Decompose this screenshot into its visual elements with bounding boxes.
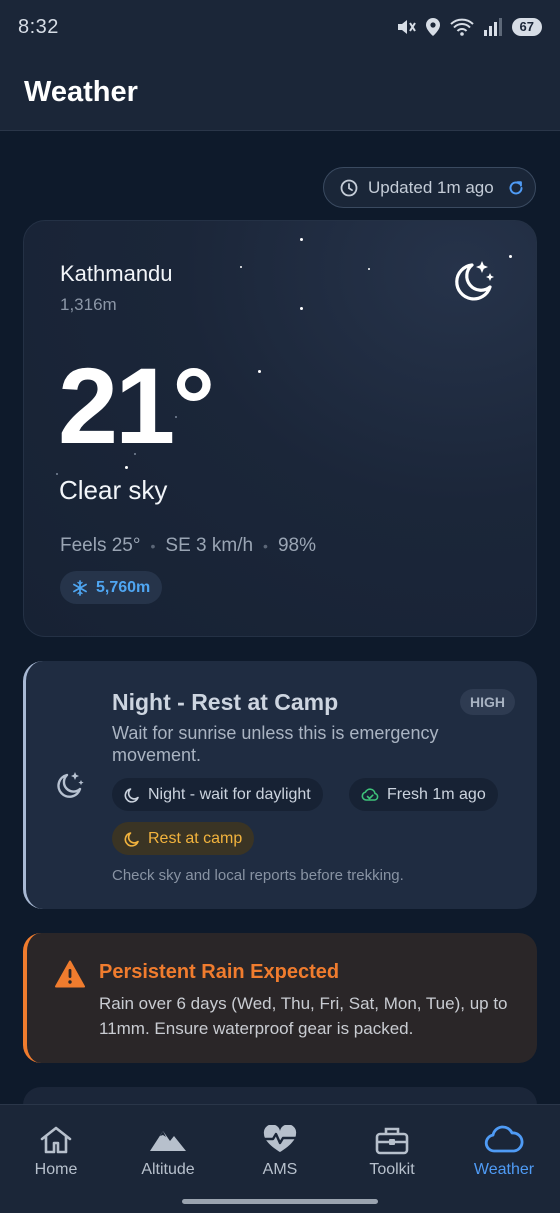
moon-icon [124,831,139,847]
cloud-icon [484,1125,524,1153]
freshness-chip: Fresh 1m ago [349,778,498,811]
nav-item-toolkit[interactable]: Toolkit [336,1105,448,1213]
nav-label: AMS [262,1161,298,1178]
cloud-check-icon [361,787,379,801]
status-bar: 8:32 67 [0,0,560,54]
nav-label: Home [34,1161,78,1178]
clock-icon [340,179,358,196]
advice-note: Check sky and local reports before trekk… [112,867,404,884]
nav-item-ams[interactable]: AMS [224,1105,336,1213]
advice-title: Night - Rest at Camp [112,689,339,715]
snowline-chip: 5,760m [60,571,163,604]
current-temperature: 21° [58,345,215,466]
bottom-navigation: Home Altitude AMS Toolkit Weather [0,1104,560,1213]
location-icon [425,18,440,36]
separator-dot: • [150,538,156,554]
rain-alert-card[interactable]: Persistent Rain Expected Rain over 6 day… [23,933,537,1063]
status-icons: 67 [396,18,542,36]
separator-dot: • [263,538,268,554]
gesture-home-bar[interactable] [182,1199,378,1204]
snowflake-icon [73,579,87,596]
refresh-icon [509,180,523,194]
daylight-chip: Night - wait for daylight [112,778,323,811]
trek-advice-card[interactable]: Night - Rest at Camp HIGH Wait for sunri… [23,661,537,909]
status-time: 8:32 [18,15,59,38]
toolbox-icon [375,1127,409,1155]
home-icon [40,1126,72,1154]
alert-text: Rain over 6 days (Wed, Thu, Fri, Sat, Mo… [99,994,508,1038]
city-elevation: 1,316m [60,295,117,314]
priority-badge: HIGH [460,689,515,715]
nav-label: Altitude [141,1161,195,1178]
chip-label: Night - wait for daylight [148,785,311,803]
wind: SE 3 km/h [165,535,254,556]
nav-label: Weather [473,1161,535,1178]
mute-icon [397,20,416,34]
humidity: 98% [277,535,316,556]
alert-title: Persistent Rain Expected [99,961,340,983]
nav-label: Toolkit [369,1161,415,1178]
advice-text: Wait for sunrise unless this is emergenc… [112,723,439,765]
nav-item-altitude[interactable]: Altitude [112,1105,224,1213]
feels-like: Feels 25° [60,535,141,556]
page-title: Weather [24,75,138,108]
moon-stars-icon [455,261,494,301]
updated-label: Updated 1m ago [368,177,494,197]
moon-icon [124,787,139,803]
weather-stats: Feels 25° • SE 3 km/h • 98% [60,535,316,557]
nav-item-weather[interactable]: Weather [448,1105,560,1213]
heartbeat-icon [263,1125,297,1152]
nav-item-home[interactable]: Home [0,1105,112,1213]
current-weather-card: Kathmandu 1,316m 21° Clear sky Feels 25°… [23,220,537,637]
city-name: Kathmandu [60,261,173,286]
wifi-icon [449,18,474,36]
weather-condition: Clear sky [59,475,168,505]
rest-at-camp-chip: Rest at camp [112,822,255,855]
chip-label: Fresh 1m ago [387,785,486,803]
updated-refresh-button[interactable]: Updated 1m ago [323,167,536,208]
app-bar: Weather [0,54,560,131]
chip-label: Rest at camp [148,829,243,847]
battery-indicator: 67 [511,18,542,36]
warning-icon [55,960,85,988]
mountain-icon [150,1131,186,1151]
moon-stars-icon [57,772,84,798]
snowline-value: 5,760m [96,578,151,596]
signal-icon [483,18,502,36]
